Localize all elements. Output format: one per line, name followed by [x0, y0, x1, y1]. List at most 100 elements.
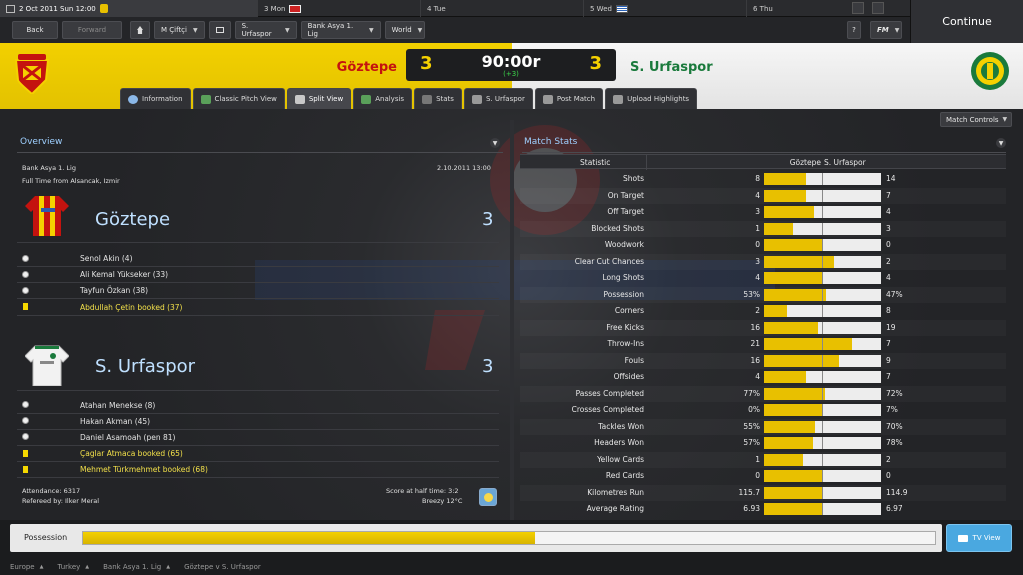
breadcrumb-turkey[interactable]: Turkey ▲	[57, 563, 89, 571]
tab-split-view[interactable]: Split View	[286, 88, 352, 109]
overview-menu-button[interactable]: ▼	[490, 138, 500, 148]
current-date[interactable]: 2 Oct 2011 Sun 12:00	[0, 0, 258, 17]
divider	[17, 390, 499, 391]
tab-stats[interactable]: Stats	[414, 88, 462, 109]
stat-away-value: 7	[886, 339, 891, 348]
stat-label: Offsides	[613, 372, 644, 381]
continue-label: Continue	[942, 15, 992, 28]
stat-bar-midline	[822, 338, 823, 350]
home-button[interactable]	[130, 21, 150, 39]
divider	[17, 429, 499, 430]
calendar-next-button[interactable]	[872, 2, 884, 14]
breadcrumb-europe[interactable]: Europe ▲	[10, 563, 43, 571]
breadcrumb-label: Europe	[10, 563, 35, 571]
goal-ball-icon	[22, 417, 29, 424]
help-button[interactable]: ?	[847, 21, 861, 39]
world-menu[interactable]: World ▼	[384, 21, 425, 39]
tab-label: Classic Pitch View	[214, 95, 277, 103]
greece-flag-icon	[615, 4, 628, 13]
chevron-down-icon: ▼	[417, 26, 423, 34]
stat-home-fill	[764, 387, 825, 400]
stat-away-value: 14	[886, 174, 896, 183]
stat-bar-midline	[822, 189, 823, 202]
stat-label: Long Shots	[602, 273, 644, 282]
breadcrumb-league[interactable]: Bank Asya 1. Lig ▲	[103, 563, 170, 571]
stat-home-fill	[764, 453, 803, 466]
stat-home-fill	[764, 338, 852, 350]
stats-row: Corners 2 8	[520, 303, 1006, 319]
stat-home-fill	[764, 255, 835, 268]
tab-analysis[interactable]: Analysis	[353, 88, 413, 109]
match-stats-menu-button[interactable]: ▼	[996, 138, 1006, 148]
day-cell-wed[interactable]: 5 Wed	[584, 0, 747, 17]
possession-strip: Possession	[10, 524, 942, 552]
competition-label: Bank Asya 1. Lig	[22, 164, 76, 172]
analysis-icon	[361, 94, 372, 104]
divider	[17, 242, 499, 243]
inbox-button[interactable]	[208, 21, 231, 39]
manager-menu[interactable]: M Çiftçi ▼	[154, 21, 205, 39]
day-cell-thu[interactable]: 6 Thu	[747, 0, 910, 17]
league-menu[interactable]: Bank Asya 1. Lig ▼	[300, 21, 381, 39]
stats-row: Red Cards 0 0	[520, 468, 1006, 484]
match-controls-button[interactable]: Match Controls ▼	[940, 112, 1012, 127]
divider	[17, 282, 499, 283]
forward-button[interactable]: Forward	[62, 21, 122, 39]
club-menu[interactable]: S. Urfaspor ▼	[234, 21, 297, 39]
stat-bar-midline	[822, 272, 823, 284]
stats-row: Free Kicks 16 19	[520, 320, 1006, 336]
stat-away-value: 78%	[886, 438, 903, 447]
day-label: 4 Tue	[427, 4, 446, 13]
tab-upload-highlights[interactable]: Upload Highlights	[605, 88, 698, 109]
stat-compare-bar	[764, 470, 881, 482]
tab-team[interactable]: S. Urfaspor	[463, 88, 533, 109]
stat-compare-bar	[764, 486, 881, 499]
stat-away-value: 47%	[886, 289, 903, 299]
home-team-overview-name[interactable]: Göztepe	[95, 209, 170, 230]
tab-label: Upload Highlights	[627, 95, 690, 103]
stat-label: Blocked Shots	[591, 223, 644, 233]
stat-compare-bar	[764, 239, 881, 251]
calendar-prev-button[interactable]	[852, 2, 864, 14]
back-button[interactable]: Back	[12, 21, 58, 39]
tab-post-match[interactable]: Post Match	[534, 88, 604, 109]
divider	[17, 477, 499, 478]
stats-row: Kilometres Run 115.7 114.9	[520, 485, 1006, 501]
overview-title: Overview	[20, 137, 63, 147]
yellow-card-icon	[23, 450, 28, 457]
day-cell-mon[interactable]: 3 Mon	[258, 0, 421, 17]
stat-bar-midline	[822, 222, 823, 235]
breadcrumb-match[interactable]: Göztepe v S. Urfaspor	[184, 563, 261, 571]
tv-view-button[interactable]: TV View	[946, 524, 1012, 552]
goal-ball-icon	[22, 433, 29, 440]
away-event-3: Daniel Asamoah (pen 81)	[80, 433, 176, 442]
goal-ball-icon	[22, 255, 29, 262]
stat-away-value: 3	[886, 223, 891, 233]
stat-home-value: 55%	[743, 421, 760, 431]
stat-away-value: 7%	[886, 405, 898, 414]
stats-row: Woodwork 0 0	[520, 237, 1006, 253]
away-event-2: Hakan Akman (45)	[80, 417, 151, 426]
stat-home-fill	[764, 288, 826, 301]
home-team-name[interactable]: Göztepe	[337, 60, 397, 75]
half-time-score: Score at half time: 3:2	[386, 487, 459, 495]
fm-menu[interactable]: FM ▼	[870, 21, 902, 39]
stat-home-value: 21	[750, 339, 760, 348]
home-event-2: Ali Kemal Yükseker (33)	[80, 270, 169, 279]
yellow-card-icon	[23, 303, 28, 310]
stat-bar-midline	[822, 354, 823, 367]
stat-home-value: 53%	[743, 289, 760, 299]
continue-button[interactable]: Continue	[910, 0, 1023, 43]
away-team-name[interactable]: S. Urfaspor	[630, 60, 713, 75]
tab-classic-pitch-view[interactable]: Classic Pitch View	[192, 88, 285, 109]
stat-compare-bar	[764, 305, 881, 317]
stat-home-fill	[764, 420, 816, 433]
day-cell-tue[interactable]: 4 Tue	[421, 0, 584, 17]
away-team-overview-name[interactable]: S. Urfaspor	[95, 356, 195, 377]
stat-label: On Target	[607, 190, 644, 200]
tab-information[interactable]: Information	[120, 88, 191, 109]
pitch-icon	[200, 94, 211, 104]
stats-row: Crosses Completed 0% 7%	[520, 402, 1006, 418]
stat-label: Throw-Ins	[607, 339, 644, 348]
stat-away-value: 70%	[886, 421, 903, 431]
